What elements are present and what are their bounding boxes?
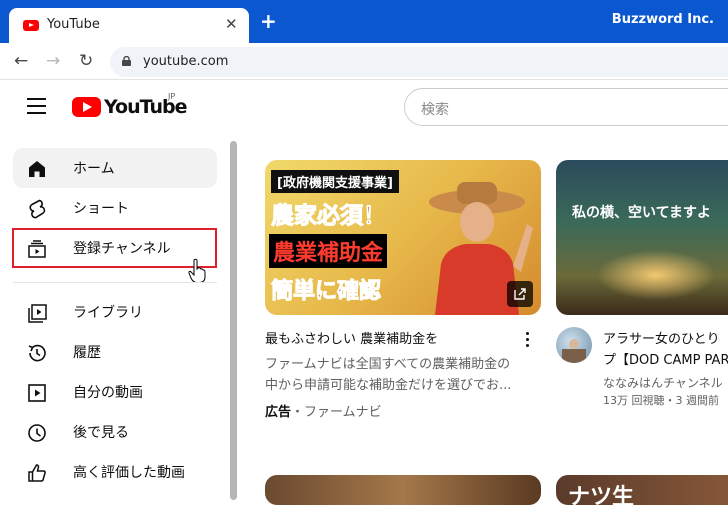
- more-options-icon[interactable]: [526, 332, 530, 350]
- video-title[interactable]: アラサー女のひとり: [603, 328, 720, 347]
- browser-tab-bar: YouTube ✕ + Buzzword Inc.: [0, 0, 728, 43]
- video-thumbnail[interactable]: ナツ生: [556, 475, 728, 505]
- thumbnail-caption: 私の横、空いてますよ: [572, 205, 711, 221]
- scrollbar-thumb[interactable]: [230, 141, 237, 500]
- sidebar-divider: [13, 282, 217, 283]
- back-arrow-icon[interactable]: ←: [14, 51, 28, 71]
- sidebar-item-history[interactable]: 履歴: [13, 332, 217, 372]
- search-placeholder: 検索: [421, 102, 449, 118]
- your-videos-icon: [28, 384, 46, 402]
- video-thumbnail[interactable]: [政府機関支援事業] 農家必須！ 農業補助金 簡単に確認: [265, 160, 541, 315]
- youtube-play-icon: [72, 97, 101, 117]
- reload-icon[interactable]: ↻: [79, 51, 93, 71]
- hand-cursor-icon: [188, 258, 206, 283]
- external-link-icon[interactable]: [507, 281, 533, 307]
- sidebar-item-liked-videos[interactable]: 高く評価した動画: [13, 452, 217, 492]
- sidebar-scrollbar[interactable]: [230, 141, 238, 500]
- youtube-favicon-icon: [23, 20, 39, 31]
- sidebar-item-your-videos[interactable]: 自分の動画: [13, 372, 217, 412]
- library-icon: [28, 304, 47, 323]
- separator: ・: [291, 405, 305, 420]
- thumbnail-caption: 農家必須！: [271, 203, 387, 230]
- ad-description: ファームナビは全国すべての農業補助金の: [265, 357, 511, 372]
- url-text: youtube.com: [143, 54, 229, 69]
- browser-tab[interactable]: YouTube ✕: [9, 8, 249, 43]
- home-icon: [29, 161, 45, 177]
- ad-badge: 広告: [265, 405, 292, 420]
- video-thumbnail[interactable]: 私の横、空いてますよ: [556, 160, 728, 315]
- video-title[interactable]: 最もふさわしい 農業補助金を: [265, 328, 438, 347]
- sidebar-item-label: 自分の動画: [73, 385, 143, 401]
- video-title[interactable]: プ【DOD CAMP PAR: [603, 349, 728, 368]
- youtube-page: YouTube JP 検索 ホーム ショート 登録チャンネル ライブラリ 履歴 …: [0, 81, 728, 505]
- ad-description: 中から申請可能な補助金だけを選びでお...: [265, 378, 512, 393]
- sidebar-item-home[interactable]: ホーム: [13, 148, 217, 188]
- sidebar-item-label: ショート: [73, 201, 129, 217]
- thumbnail-caption: ナツ生: [568, 485, 635, 505]
- history-icon: [28, 344, 46, 362]
- sidebar-item-label: ライブラリ: [73, 305, 143, 321]
- sidebar-item-label: 履歴: [73, 345, 101, 361]
- selection-highlight-box: [12, 228, 217, 268]
- guide-sidebar: ホーム ショート 登録チャンネル ライブラリ 履歴 自分の動画 後で見る 高く評…: [0, 141, 237, 500]
- liked-videos-icon: [28, 464, 46, 482]
- channel-avatar[interactable]: [556, 327, 592, 363]
- video-thumbnail[interactable]: [265, 475, 541, 505]
- search-input[interactable]: 検索: [404, 88, 728, 126]
- ad-attribution: 広告・ファームナビ: [265, 401, 382, 420]
- thumbnail-caption: [政府機関支援事業]: [271, 170, 399, 193]
- region-code: JP: [168, 92, 176, 101]
- browser-toolbar: ← → ↻ youtube.com: [0, 43, 728, 80]
- channel-name[interactable]: ななみはんチャンネル: [603, 374, 723, 391]
- forward-arrow-icon[interactable]: →: [46, 51, 60, 71]
- tent-light: [596, 250, 716, 300]
- address-bar[interactable]: youtube.com: [110, 47, 728, 77]
- thumbnail-caption: 農業補助金: [269, 234, 388, 268]
- profile-label: Buzzword Inc.: [611, 12, 714, 27]
- watch-later-icon: [28, 424, 46, 442]
- tab-title: YouTube: [47, 17, 100, 32]
- thumbnail-caption: 簡単に確認: [270, 279, 382, 305]
- ad-channel[interactable]: ファームナビ: [304, 405, 382, 420]
- new-tab-button[interactable]: +: [260, 11, 277, 31]
- sidebar-item-label: ホーム: [73, 161, 115, 177]
- sidebar-item-library[interactable]: ライブラリ: [13, 292, 217, 332]
- close-tab-icon[interactable]: ✕: [225, 15, 238, 33]
- hamburger-menu-icon[interactable]: [27, 98, 46, 119]
- sidebar-item-shorts[interactable]: ショート: [13, 188, 217, 228]
- shorts-icon: [29, 199, 46, 219]
- sidebar-item-watch-later[interactable]: 後で見る: [13, 412, 217, 452]
- sidebar-item-label: 後で見る: [73, 425, 129, 441]
- lock-icon: [122, 56, 131, 66]
- sidebar-item-label: 高く評価した動画: [73, 465, 185, 481]
- video-stats: 13万 回視聴・3 週間前: [603, 394, 719, 407]
